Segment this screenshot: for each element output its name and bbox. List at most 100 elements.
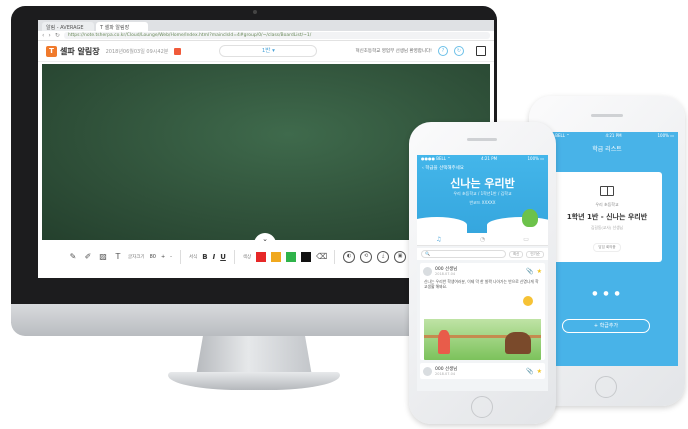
attachment-icon[interactable]: 📎 bbox=[526, 368, 533, 375]
class-selector[interactable]: 1반 ▾ bbox=[219, 45, 318, 57]
feed-post[interactable]: 000 선생님 2018.07.04 📎 ★ 신나는 우리반 학생여러분, 이제… bbox=[420, 263, 545, 360]
font-size-value[interactable]: 80 bbox=[150, 254, 156, 260]
color-swatch-green[interactable] bbox=[286, 252, 297, 262]
divider bbox=[334, 250, 336, 264]
font-size-increase[interactable]: + bbox=[161, 254, 165, 260]
class-title: 신나는 우리반 bbox=[450, 177, 515, 190]
mascot-icon bbox=[522, 209, 538, 227]
color-swatch-orange[interactable] bbox=[271, 252, 282, 262]
avatar bbox=[423, 266, 432, 276]
book-icon bbox=[600, 186, 614, 196]
back-nav-button[interactable]: ‹ 학급을 선택해주세요 bbox=[422, 165, 464, 171]
post-illustration bbox=[424, 292, 541, 360]
avatar bbox=[423, 366, 432, 376]
top-bar: ‹ 학급을 선택해주세요 bbox=[417, 163, 548, 173]
page-indicator: ● ● ● bbox=[592, 290, 622, 297]
filter-latest[interactable]: 최신 bbox=[508, 250, 524, 258]
tab-schedule[interactable]: ◔ bbox=[467, 236, 497, 243]
class-subtitle: 우리 초등학교 / 1학년1반 / 김학교 bbox=[453, 191, 512, 196]
browser-tab-active[interactable]: T 셀파 알림장 bbox=[96, 22, 148, 31]
browser-tab-strip: 알림 - AVERAGE T 셀파 알림장 bbox=[38, 20, 494, 31]
divider bbox=[233, 250, 235, 264]
back-icon[interactable]: ‹ bbox=[42, 32, 44, 39]
feed-tabs: ♫ ◔ ▭ bbox=[417, 233, 548, 246]
monitor-base bbox=[168, 372, 340, 390]
sun-illustration bbox=[523, 296, 533, 306]
font-size-decrease[interactable]: - bbox=[170, 254, 172, 260]
text-tool-icon[interactable]: T bbox=[113, 252, 123, 262]
eraser-icon[interactable]: ⌫ bbox=[316, 252, 327, 262]
camera-dot bbox=[253, 10, 257, 14]
theme-button[interactable]: ◐ bbox=[343, 251, 356, 263]
color-label: 색상 bbox=[242, 255, 252, 260]
child-illustration bbox=[438, 330, 450, 354]
add-class-button[interactable]: + 학급추가 bbox=[562, 319, 650, 333]
post-actions: 📎 ★ bbox=[526, 368, 542, 375]
search-input[interactable]: 🔍 bbox=[421, 250, 506, 258]
horse-illustration bbox=[505, 332, 531, 354]
status-bar: ●●●● BELL ⌃ 4:21 PM 100% ▭ bbox=[536, 132, 678, 140]
class-list-screen: ●●●● BELL ⌃ 4:21 PM 100% ▭ 학급 리스트 우리 초등학… bbox=[536, 132, 678, 366]
star-icon[interactable]: ★ bbox=[537, 268, 542, 275]
browser-tab[interactable]: 알림 - AVERAGE bbox=[42, 22, 94, 31]
tab-album[interactable]: ▭ bbox=[511, 236, 541, 243]
refresh-icon[interactable]: ↻ bbox=[454, 46, 464, 56]
attachment-icon[interactable]: 📎 bbox=[526, 268, 533, 275]
color-swatch-red[interactable] bbox=[256, 252, 267, 262]
class-name: 1학년 1반 - 신나는 우리반 bbox=[566, 213, 648, 221]
class-card[interactable]: 우리 초등학교 1학년 1반 - 신나는 우리반 김길동(교사) 선생님 담임 … bbox=[552, 172, 662, 262]
datetime-label: 2018년06월03일 09시42분 bbox=[105, 48, 169, 55]
star-icon[interactable]: ★ bbox=[537, 368, 542, 375]
underline-button[interactable]: U bbox=[220, 253, 226, 261]
app-logo[interactable]: T 셀파 알림장 bbox=[46, 45, 100, 57]
cloud-decoration bbox=[487, 217, 548, 233]
capture-button[interactable]: ▣ bbox=[394, 251, 407, 263]
class-code: 반코드 XXXXX bbox=[469, 200, 496, 205]
front-phone: ●●●● BELL ⌃ 4:21 PM 100% ▭ ‹ 학급을 선택해주세요 … bbox=[409, 122, 556, 424]
tab-notice[interactable]: ♫ bbox=[424, 236, 454, 243]
bold-button[interactable]: B bbox=[202, 253, 207, 261]
url-field[interactable]: https://note.tsherpa.co.kr/Cloud/Lounge/… bbox=[63, 32, 490, 39]
help-icon[interactable]: ? bbox=[438, 46, 448, 56]
phone-speaker bbox=[591, 114, 623, 117]
undo-button[interactable]: ⟲ bbox=[360, 251, 373, 263]
style-label: 서식 bbox=[188, 255, 198, 260]
download-button[interactable]: ⤓ bbox=[377, 251, 390, 263]
marker-tool-icon[interactable]: ✐ bbox=[83, 252, 93, 262]
monitor-stand bbox=[196, 336, 312, 376]
post-actions: 📎 ★ bbox=[526, 268, 542, 275]
calendar-icon[interactable] bbox=[174, 47, 182, 55]
post-body: 신나는 우리반 학생여러분, 이제 막 한 발짝 나아가는 반으로 신명나게 학… bbox=[424, 279, 539, 289]
italic-button[interactable]: I bbox=[213, 253, 216, 261]
clock-text: 4:21 PM bbox=[480, 156, 498, 161]
greeting-text: 혁신초등학교 영업부 선생님 환영합니다! bbox=[355, 49, 432, 54]
post-time: 2018.07.04 bbox=[435, 272, 456, 276]
forward-icon[interactable]: › bbox=[48, 32, 50, 39]
home-button[interactable] bbox=[595, 376, 617, 398]
search-row: 🔍 최신 인기순 bbox=[417, 248, 548, 260]
battery-text: 100% ▭ bbox=[657, 133, 675, 138]
status-bar: ●●●● BELL ⌃ 4:21 PM 100% ▭ bbox=[417, 155, 548, 163]
home-button[interactable] bbox=[471, 396, 493, 418]
class-feed-screen: ●●●● BELL ⌃ 4:21 PM 100% ▭ ‹ 학급을 선택해주세요 … bbox=[417, 155, 548, 391]
promo-stage: 알림 - AVERAGE T 셀파 알림장 ‹ › ↻ https://note… bbox=[0, 0, 688, 429]
logo-icon: T bbox=[46, 45, 57, 57]
fullscreen-icon[interactable] bbox=[476, 46, 486, 56]
pen-tool-icon[interactable]: ✎ bbox=[68, 252, 78, 262]
class-hero: ●●●● BELL ⌃ 4:21 PM 100% ▭ ‹ 학급을 선택해주세요 … bbox=[417, 155, 548, 233]
filter-popular[interactable]: 인기순 bbox=[526, 250, 544, 258]
clock-text: 4:21 PM bbox=[605, 133, 622, 138]
reload-icon[interactable]: ↻ bbox=[55, 32, 60, 39]
color-swatch-black[interactable] bbox=[301, 252, 312, 262]
image-tool-icon[interactable]: ▨ bbox=[98, 252, 108, 262]
battery-text: 100% ▭ bbox=[527, 156, 545, 161]
teacher-name: 김길동(교사) 선생님 bbox=[590, 225, 624, 230]
address-bar: ‹ › ↻ https://note.tsherpa.co.kr/Cloud/L… bbox=[38, 31, 494, 41]
school-name: 우리 초등학교 bbox=[595, 202, 619, 207]
post-time: 2018.07.04 bbox=[435, 372, 456, 376]
status-badge: 담임 회의중 bbox=[593, 243, 621, 252]
app-header: T 셀파 알림장 2018년06월03일 09시42분 1반 ▾ 혁신초등학교 … bbox=[38, 41, 494, 62]
feed-post[interactable]: 000 선생님 2018.07.04 📎 ★ bbox=[420, 363, 545, 379]
screen-title: 학급 리스트 bbox=[592, 146, 622, 153]
post-header: 000 선생님 2018.07.04 📎 ★ bbox=[420, 263, 545, 279]
